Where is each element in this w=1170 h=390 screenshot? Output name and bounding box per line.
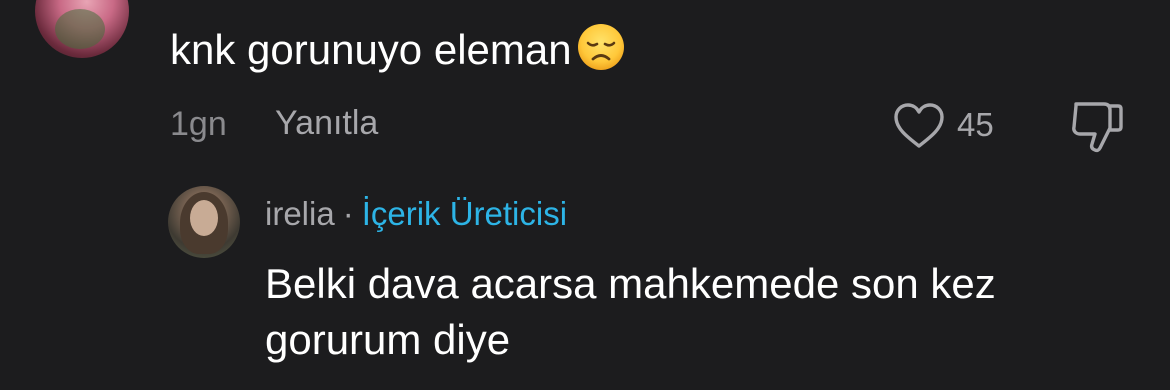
reply-button[interactable]: Yanıtla [275, 104, 378, 143]
reply-author-avatar[interactable] [168, 186, 240, 258]
separator-dot: · [342, 195, 354, 232]
avatar-image-detail [55, 9, 105, 49]
reply-body: Belki dava acarsa mahkemede son kez goru… [265, 260, 996, 363]
heart-outline-icon[interactable] [892, 102, 946, 150]
thumbs-down-outline-icon[interactable] [1068, 98, 1126, 154]
reply-header: irelia · İçerik Üreticisi [265, 194, 567, 234]
comment-text: knk gorunuyo eleman [170, 26, 572, 73]
comment-meta-row: 1gn Yanıtla 45 [0, 102, 1170, 153]
commenter-avatar[interactable] [35, 0, 129, 58]
avatar-image-detail [190, 200, 218, 236]
like-count: 45 [957, 106, 994, 143]
disappointed-face-emoji-icon [577, 24, 624, 70]
comment-body: knk gorunuyo eleman [170, 22, 626, 76]
creator-badge: İçerik Üreticisi [361, 195, 568, 232]
reply-username[interactable]: irelia [265, 195, 335, 232]
comment-timestamp: 1gn [170, 105, 227, 143]
